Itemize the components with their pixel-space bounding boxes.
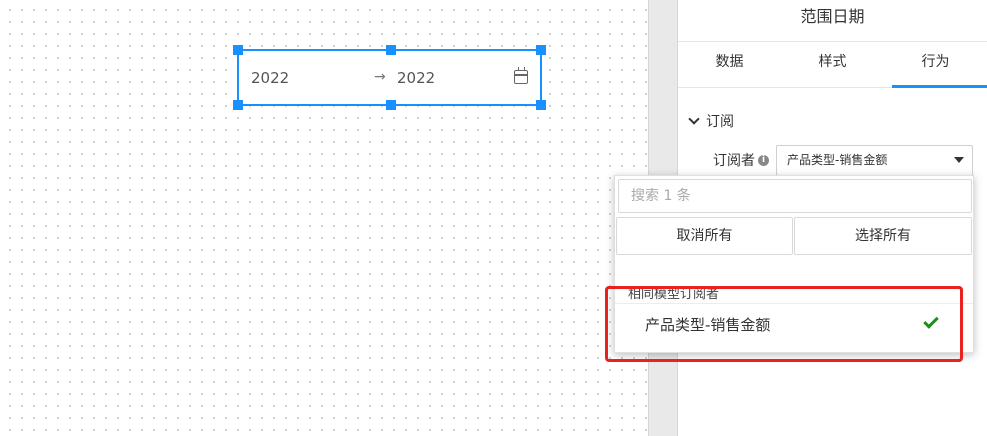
tab-style[interactable]: 样式: [781, 42, 884, 87]
panel-tabs: 数据 样式 行为: [678, 42, 987, 88]
resize-handle-bottom[interactable]: [386, 100, 396, 110]
select-all-button[interactable]: 选择所有: [794, 217, 972, 255]
dropdown-divider: [615, 303, 973, 304]
resize-handle-top-left[interactable]: [233, 45, 243, 55]
subscriber-select-value: 产品类型-销售金额: [787, 153, 888, 167]
resize-handle-bottom-right[interactable]: [536, 100, 546, 110]
range-start-value: 2022: [251, 69, 290, 87]
resize-handle-bottom-left[interactable]: [233, 100, 243, 110]
chevron-down-icon: [688, 113, 700, 125]
resize-handle-top-right[interactable]: [536, 45, 546, 55]
range-end-value: 2022: [397, 69, 436, 87]
dropdown-option-label: 产品类型-销售金额: [645, 316, 771, 334]
panel-title: 范围日期: [678, 0, 987, 42]
range-arrow-icon: →: [374, 69, 386, 85]
design-canvas[interactable]: 2022 → 2022: [0, 0, 648, 436]
tab-data[interactable]: 数据: [678, 42, 781, 87]
subscribe-section-toggle[interactable]: 订阅: [688, 111, 734, 131]
subscriber-select[interactable]: 产品类型-销售金额: [776, 145, 973, 176]
check-icon: [923, 313, 939, 329]
subscriber-dropdown: 取消所有 选择所有 相同模型订阅者 产品类型-销售金额: [614, 175, 974, 353]
calendar-icon[interactable]: [514, 67, 528, 84]
section-label: 订阅: [706, 114, 734, 130]
dropdown-group-label: 相同模型订阅者: [628, 287, 720, 302]
info-icon[interactable]: i: [758, 154, 769, 166]
subscriber-label: 订阅者: [713, 153, 755, 169]
caret-down-icon: [954, 157, 964, 163]
tab-behavior[interactable]: 行为: [884, 42, 987, 88]
resize-handle-top[interactable]: [386, 45, 396, 55]
subscriber-label-row: 订阅者 i: [713, 150, 769, 170]
dropdown-option[interactable]: 产品类型-销售金额: [615, 306, 973, 340]
dropdown-search-input[interactable]: [618, 179, 972, 213]
deselect-all-button[interactable]: 取消所有: [616, 217, 793, 255]
date-range-widget[interactable]: 2022 → 2022: [233, 45, 546, 110]
